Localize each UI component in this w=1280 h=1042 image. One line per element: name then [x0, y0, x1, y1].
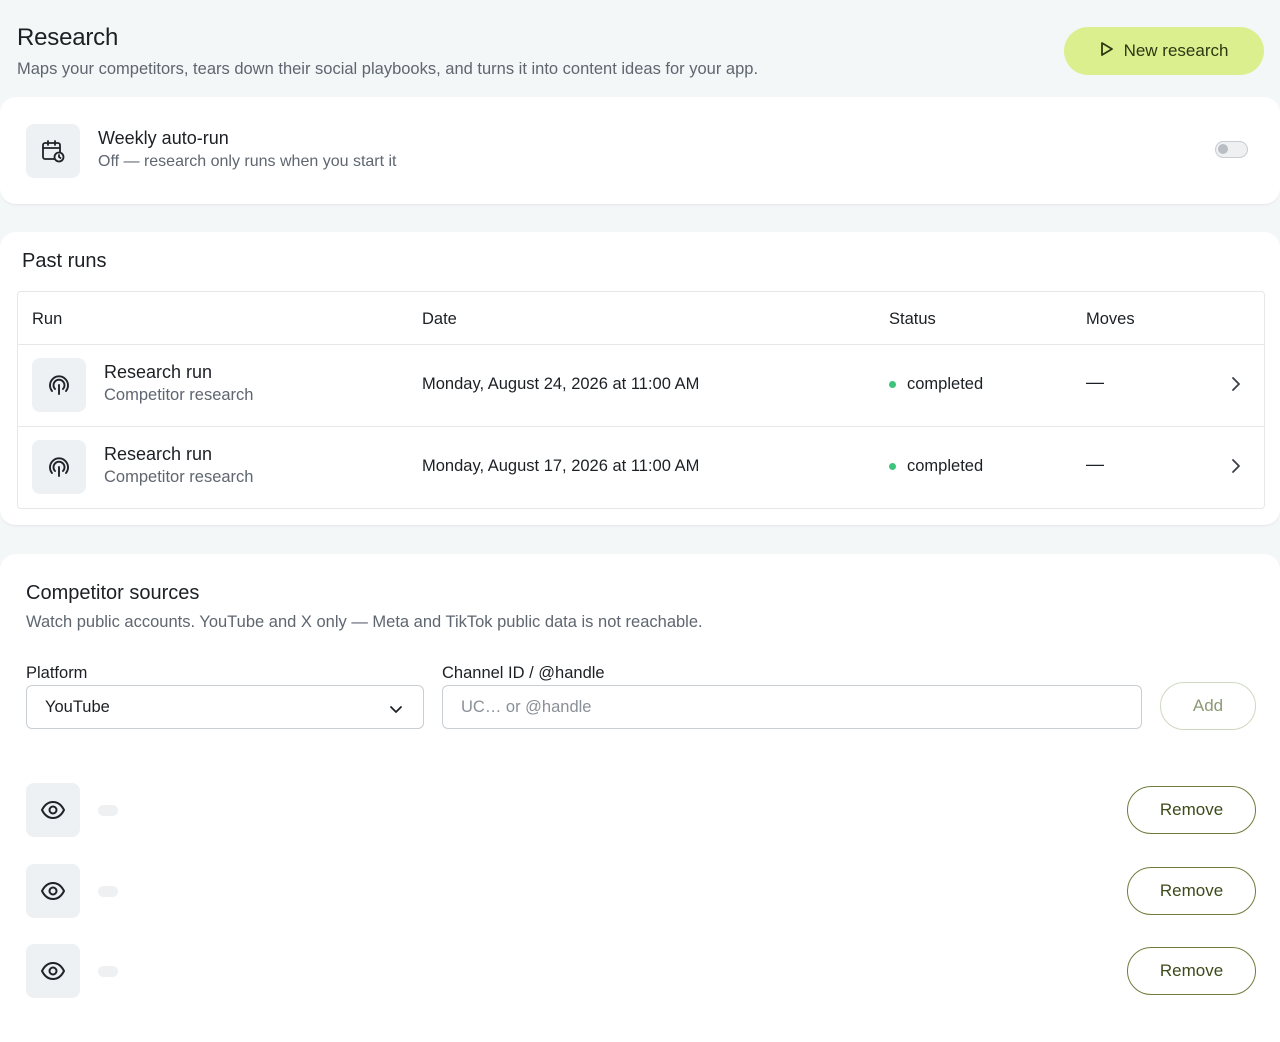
table-row[interactable]: Research run Competitor research Monday,…	[18, 426, 1264, 508]
run-title: Research run	[104, 362, 213, 382]
column-header-date: Date	[422, 310, 457, 328]
auto-run-subtitle: Off — research only runs when you start …	[98, 153, 397, 170]
run-title: Research run	[104, 444, 213, 464]
remove-button[interactable]: Remove	[1127, 867, 1256, 915]
platform-select[interactable]: YouTube	[26, 685, 424, 729]
play-icon	[1100, 41, 1114, 62]
remove-button[interactable]: Remove	[1127, 947, 1256, 995]
status-label: completed	[907, 457, 984, 475]
past-runs-card: Past runs Run Date Status Moves Research…	[0, 232, 1280, 526]
column-header-status: Status	[889, 310, 936, 328]
eye-icon	[26, 783, 80, 837]
add-button[interactable]: Add	[1160, 682, 1256, 730]
source-row: Remove	[0, 944, 1280, 998]
sources-title: Competitor sources	[26, 582, 200, 604]
fingerprint-icon	[32, 358, 86, 412]
source-handle-placeholder	[98, 886, 118, 897]
run-date: Monday, August 17, 2026 at 11:00 AM	[422, 457, 700, 475]
column-header-run: Run	[32, 310, 63, 328]
auto-run-title: Weekly auto-run	[98, 128, 229, 148]
past-runs-title: Past runs	[22, 250, 107, 272]
moves-value: —	[1086, 454, 1104, 474]
moves-value: —	[1086, 372, 1104, 392]
sources-subtitle: Watch public accounts. YouTube and X onl…	[26, 613, 703, 631]
column-header-moves: Moves	[1086, 310, 1135, 328]
status-dot	[889, 381, 896, 388]
platform-value: YouTube	[45, 697, 110, 716]
source-handle-placeholder	[98, 966, 118, 977]
status-label: completed	[907, 375, 984, 393]
table-row[interactable]: Research run Competitor research Monday,…	[18, 344, 1264, 426]
runs-table: Run Date Status Moves Research run Compe…	[17, 291, 1265, 509]
eye-icon	[26, 864, 80, 918]
calendar-clock-icon	[26, 124, 80, 178]
auto-run-card: Weekly auto-run Off — research only runs…	[0, 97, 1280, 205]
source-handle-placeholder	[98, 805, 118, 816]
chevron-right-icon[interactable]	[1230, 375, 1242, 398]
channel-label: Channel ID / @handle	[442, 664, 605, 682]
new-research-button[interactable]: New research	[1064, 27, 1264, 75]
chevron-right-icon[interactable]	[1230, 457, 1242, 480]
run-date: Monday, August 24, 2026 at 11:00 AM	[422, 375, 700, 393]
new-research-label: New research	[1123, 41, 1229, 60]
platform-label: Platform	[26, 664, 88, 682]
fingerprint-icon	[32, 440, 86, 494]
channel-input[interactable]	[442, 685, 1142, 729]
status-dot	[889, 463, 896, 470]
source-row: Remove	[0, 864, 1280, 918]
eye-icon	[26, 944, 80, 998]
auto-run-toggle[interactable]	[1215, 141, 1248, 158]
run-subtitle: Competitor research	[104, 468, 254, 486]
competitor-sources-card: Competitor sources Watch public accounts…	[0, 554, 1280, 1042]
remove-button[interactable]: Remove	[1127, 786, 1256, 834]
page-header: Research Maps your competitors, tears do…	[17, 24, 1264, 84]
status-badge: completed	[889, 375, 983, 394]
source-row: Remove	[0, 783, 1280, 837]
chevron-down-icon	[389, 701, 403, 720]
run-subtitle: Competitor research	[104, 386, 254, 404]
status-badge: completed	[889, 457, 983, 476]
